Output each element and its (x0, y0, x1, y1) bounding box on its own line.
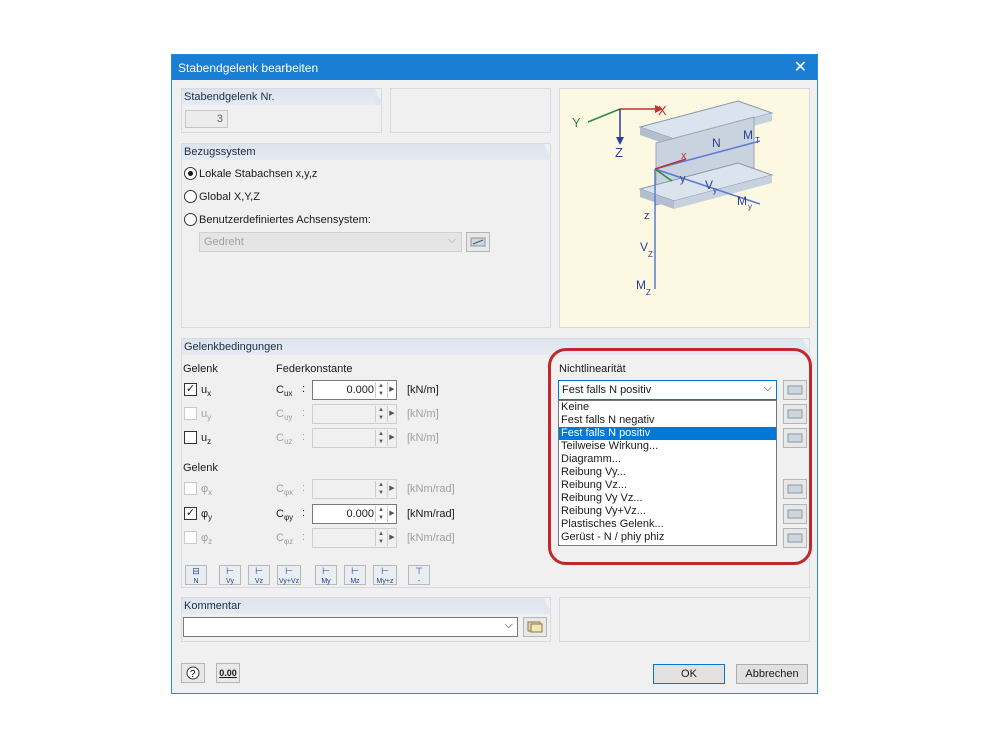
local-z-label: z (644, 210, 650, 222)
vz-label: V (640, 240, 648, 254)
radio-user-axes-label: Benutzerdefiniertes Achsensystem: (199, 214, 371, 226)
close-icon[interactable]: ✕ (794, 57, 807, 77)
n-label: N (712, 136, 721, 150)
comment-library-button[interactable] (523, 617, 547, 637)
vy-sub: y (713, 186, 717, 195)
toolbar-vyvz-button[interactable]: ⊢ Vy+Vz (277, 565, 301, 585)
colon: : (302, 482, 306, 494)
edit-icon (470, 237, 486, 247)
colon: : (302, 431, 306, 443)
local-x-label: x (681, 150, 687, 162)
col-gelenk-label: Gelenk (183, 363, 218, 375)
uz-checkbox[interactable] (184, 431, 197, 444)
ok-button[interactable]: OK (653, 664, 725, 684)
group-header: Stabendgelenk Nr. (182, 89, 383, 105)
mz-label: M (636, 278, 646, 292)
my-label: M (737, 194, 747, 208)
vz-sub: Z (648, 250, 653, 259)
dialog-title: Stabendgelenk bearbeiten (178, 61, 319, 75)
axis-system-value: Gedreht (204, 236, 244, 248)
colon: : (302, 507, 306, 519)
radio-global-axes-label: Global X,Y,Z (199, 191, 260, 203)
col-federkonstante-label: Federkonstante (276, 363, 353, 375)
axis-system-dropdown[interactable]: Gedreht ⌵ (199, 232, 462, 252)
units-button[interactable]: 0.00 (216, 663, 240, 683)
hinge-number-field[interactable]: 3 (185, 110, 228, 128)
radio-user-axes[interactable] (184, 213, 197, 226)
toolbar-vy-button[interactable]: ⊢ Vy (219, 565, 241, 585)
toolbar-n-button[interactable]: ⊟ N (185, 565, 207, 585)
highlight-annotation (548, 348, 812, 565)
cuz-label: Cuz (276, 432, 293, 447)
toolbar-reset-button[interactable]: ⊤ - (408, 565, 430, 585)
chevron-down-icon: ⌵ (504, 619, 513, 631)
cphix-spinner[interactable]: ▲ ▼ ▶ (312, 479, 397, 499)
cphiy-label: Cφy (276, 508, 294, 523)
group-header: Bezugssystem (182, 144, 552, 160)
local-y-label: y (680, 173, 686, 185)
blank-comment-panel (559, 597, 810, 642)
svg-text:?: ? (190, 669, 196, 680)
toolbar-mz-button[interactable]: ⊢ Mz (344, 565, 366, 585)
cphiy-unit: [kNm/rad] (407, 508, 455, 520)
toolbar-myz-button[interactable]: ⊢ My+z (373, 565, 397, 585)
hinge-diagram: X Y Z x y z N M T V y M y V Z M Z (559, 88, 810, 328)
member-hinge-number-group: Stabendgelenk Nr. 3 (181, 88, 383, 133)
uz-label: uz (201, 432, 212, 447)
cuz-spinner[interactable]: ▲ ▼ ▶ (312, 428, 397, 448)
group-header: Kommentar (182, 598, 552, 614)
member-axes-diagram: X Y Z x y z N M T V y M y V Z M Z (572, 100, 774, 297)
vy-label: V (705, 178, 713, 192)
ux-label: ux (201, 384, 212, 399)
colon: : (302, 531, 306, 543)
mt-sub: T (755, 136, 760, 145)
cuy-label: Cuy (276, 408, 293, 423)
chevron-down-icon: ⌵ (447, 234, 456, 246)
phiz-label: φz (201, 532, 213, 547)
radio-local-axes[interactable] (184, 167, 197, 180)
ux-checkbox[interactable]: ✓ (184, 383, 197, 396)
cphiz-label: Cφz (276, 532, 294, 547)
cphix-label: Cφx (276, 483, 294, 498)
phiy-checkbox[interactable]: ✓ (184, 507, 197, 520)
phix-label: φx (201, 483, 213, 498)
cuz-unit: [kN/m] (407, 432, 439, 444)
blank-info-panel (390, 88, 551, 133)
comment-input[interactable]: ⌵ (183, 617, 518, 637)
cux-unit: [kN/m] (407, 384, 439, 396)
my-sub: y (748, 202, 752, 211)
cux-label: Cux (276, 384, 293, 399)
phix-checkbox[interactable] (184, 482, 197, 495)
cphiz-spinner[interactable]: ▲ ▼ ▶ (312, 528, 397, 548)
colon: : (302, 383, 306, 395)
mz-sub: Z (646, 288, 651, 297)
uy-checkbox[interactable] (184, 407, 197, 420)
help-button[interactable]: ? (181, 663, 205, 683)
phiz-checkbox[interactable] (184, 531, 197, 544)
cuy-unit: [kN/m] (407, 408, 439, 420)
units-icon: 0.00 (219, 668, 237, 678)
global-y-label: Y (572, 115, 581, 130)
title-bar: Stabendgelenk bearbeiten ✕ (172, 55, 817, 80)
toolbar-my-button[interactable]: ⊢ My (315, 565, 337, 585)
colon: : (302, 407, 306, 419)
cancel-button[interactable]: Abbrechen (736, 664, 808, 684)
cuy-spinner[interactable]: ▲ ▼ ▶ (312, 404, 397, 424)
radio-local-axes-label: Lokale Stabachsen x,y,z (199, 168, 318, 180)
library-icon (527, 621, 543, 633)
cphix-unit: [kNm/rad] (407, 483, 455, 495)
uy-label: uy (201, 408, 212, 423)
col-gelenk2-label: Gelenk (183, 462, 218, 474)
phiy-label: φy (201, 508, 213, 523)
global-x-label: X (658, 103, 667, 118)
edit-axis-system-button[interactable] (466, 232, 490, 252)
cux-spinner[interactable]: 0.000 ▲ ▼ ▶ (312, 380, 397, 400)
cphiy-spinner[interactable]: 0.000 ▲ ▼ ▶ (312, 504, 397, 524)
global-z-label: Z (615, 145, 623, 160)
radio-global-axes[interactable] (184, 190, 197, 203)
toolbar-vz-button[interactable]: ⊢ Vz (248, 565, 270, 585)
help-icon: ? (186, 666, 200, 680)
cphiz-unit: [kNm/rad] (407, 532, 455, 544)
mt-label: M (743, 128, 753, 142)
